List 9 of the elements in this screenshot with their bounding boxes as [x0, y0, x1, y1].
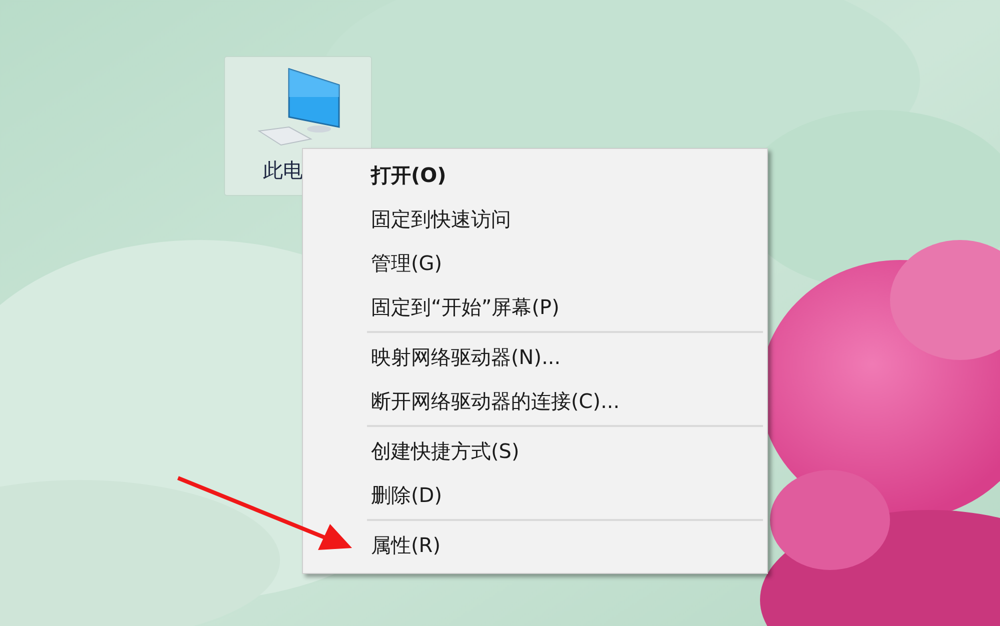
menu-item[interactable]: 固定到“开始”屏幕(P)	[307, 285, 763, 329]
desktop-icon-label: 此电	[263, 157, 303, 184]
menu-item[interactable]: 创建快捷方式(S)	[307, 429, 763, 473]
menu-item[interactable]: 属性(R)	[307, 523, 763, 567]
menu-item[interactable]: 固定到快速访问	[307, 197, 763, 241]
menu-item[interactable]: 删除(D)	[307, 473, 763, 517]
menu-item[interactable]: 断开网络驱动器的连接(C)...	[307, 379, 763, 423]
menu-item[interactable]: 映射网络驱动器(N)...	[307, 335, 763, 379]
menu-item[interactable]: 管理(G)	[307, 241, 763, 285]
